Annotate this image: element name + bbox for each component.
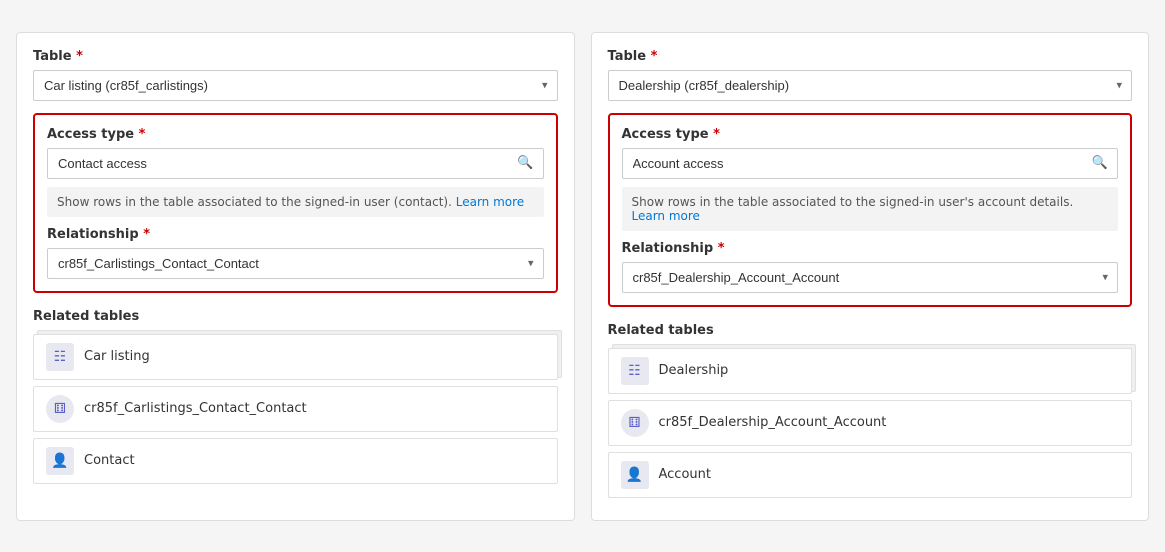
- right-access-type-section: Access type * 🔍 Show rows in the table a…: [608, 113, 1133, 307]
- left-relationship-required-star: *: [143, 227, 150, 242]
- right-related-item-relationship[interactable]: ⚅ cr85f_Dealership_Account_Account: [608, 400, 1133, 446]
- right-related-tables-title: Related tables: [608, 323, 1133, 338]
- left-table-select[interactable]: Car listing (cr85f_carlistings): [33, 70, 558, 101]
- right-access-type-required-star: *: [713, 127, 720, 142]
- right-relationship-required-star: *: [718, 241, 725, 256]
- right-related-tables-section: Related tables ☷ Dealership ⚅ cr85f_Deal…: [608, 323, 1133, 504]
- right-account-icon: 👤: [621, 461, 649, 489]
- right-access-type-input[interactable]: [622, 148, 1119, 179]
- left-relationship-select-wrapper: cr85f_Carlistings_Contact_Contact ▾: [47, 248, 544, 279]
- left-relationship-label: Relationship *: [47, 227, 544, 242]
- left-relationship-section: Relationship * cr85f_Carlistings_Contact…: [47, 227, 544, 279]
- left-related-item-contact[interactable]: 👤 Contact: [33, 438, 558, 484]
- left-contact-icon: 👤: [46, 447, 74, 475]
- left-info-text: Show rows in the table associated to the…: [57, 195, 452, 209]
- panels-container: Table * Car listing (cr85f_carlistings) …: [0, 16, 1165, 537]
- right-table-label-text: Table: [608, 49, 647, 64]
- left-table-field: Table * Car listing (cr85f_carlistings) …: [33, 49, 558, 101]
- right-access-type-label: Access type *: [622, 127, 1119, 142]
- right-learn-more-link[interactable]: Learn more: [632, 209, 700, 223]
- left-car-listing-icon: ☷: [46, 343, 74, 371]
- left-info-box: Show rows in the table associated to the…: [47, 187, 544, 217]
- left-table-label: Table *: [33, 49, 558, 64]
- left-car-listing-stacked: ☷ Car listing: [33, 334, 558, 380]
- left-relationship-select[interactable]: cr85f_Carlistings_Contact_Contact: [47, 248, 544, 279]
- left-table-required-star: *: [76, 49, 83, 64]
- left-access-type-input-wrapper: 🔍: [47, 148, 544, 179]
- left-access-type-label: Access type *: [47, 127, 544, 142]
- left-car-listing-label: Car listing: [84, 349, 150, 364]
- right-relation-icon: ⚅: [621, 409, 649, 437]
- right-relationship-select[interactable]: cr85f_Dealership_Account_Account: [622, 262, 1119, 293]
- right-table-label: Table *: [608, 49, 1133, 64]
- left-panel: Table * Car listing (cr85f_carlistings) …: [16, 32, 575, 521]
- left-table-select-wrapper: Car listing (cr85f_carlistings) ▾: [33, 70, 558, 101]
- right-dealership-icon: ☷: [621, 357, 649, 385]
- left-related-item-car-listing[interactable]: ☷ Car listing: [33, 334, 558, 380]
- left-access-type-required-star: *: [139, 127, 146, 142]
- left-related-item-relationship[interactable]: ⚅ cr85f_Carlistings_Contact_Contact: [33, 386, 558, 432]
- right-related-item-account[interactable]: 👤 Account: [608, 452, 1133, 498]
- left-relation-label: cr85f_Carlistings_Contact_Contact: [84, 401, 307, 416]
- right-relationship-select-wrapper: cr85f_Dealership_Account_Account ▾: [622, 262, 1119, 293]
- right-relationship-label: Relationship *: [622, 241, 1119, 256]
- right-relationship-section: Relationship * cr85f_Dealership_Account_…: [622, 241, 1119, 293]
- right-table-select-wrapper: Dealership (cr85f_dealership) ▾: [608, 70, 1133, 101]
- left-access-type-input[interactable]: [47, 148, 544, 179]
- left-table-label-text: Table: [33, 49, 72, 64]
- right-table-required-star: *: [651, 49, 658, 64]
- right-info-box: Show rows in the table associated to the…: [622, 187, 1119, 231]
- left-contact-label: Contact: [84, 453, 135, 468]
- left-learn-more-link[interactable]: Learn more: [456, 195, 524, 209]
- right-access-type-label-text: Access type: [622, 127, 709, 142]
- right-panel: Table * Dealership (cr85f_dealership) ▾ …: [591, 32, 1150, 521]
- right-table-select[interactable]: Dealership (cr85f_dealership): [608, 70, 1133, 101]
- left-access-type-section: Access type * 🔍 Show rows in the table a…: [33, 113, 558, 293]
- right-info-text: Show rows in the table associated to the…: [632, 195, 1074, 209]
- left-relation-icon: ⚅: [46, 395, 74, 423]
- left-related-tables-section: Related tables ☷ Car listing ⚅ cr85f_Car…: [33, 309, 558, 490]
- right-access-type-input-wrapper: 🔍: [622, 148, 1119, 179]
- right-dealership-label: Dealership: [659, 363, 729, 378]
- right-dealership-stacked: ☷ Dealership: [608, 348, 1133, 394]
- left-relationship-label-text: Relationship: [47, 227, 139, 242]
- right-relation-label: cr85f_Dealership_Account_Account: [659, 415, 887, 430]
- left-access-type-label-text: Access type: [47, 127, 134, 142]
- left-related-tables-title: Related tables: [33, 309, 558, 324]
- right-related-item-dealership[interactable]: ☷ Dealership: [608, 348, 1133, 394]
- right-relationship-label-text: Relationship: [622, 241, 714, 256]
- right-account-label: Account: [659, 467, 712, 482]
- right-table-field: Table * Dealership (cr85f_dealership) ▾: [608, 49, 1133, 101]
